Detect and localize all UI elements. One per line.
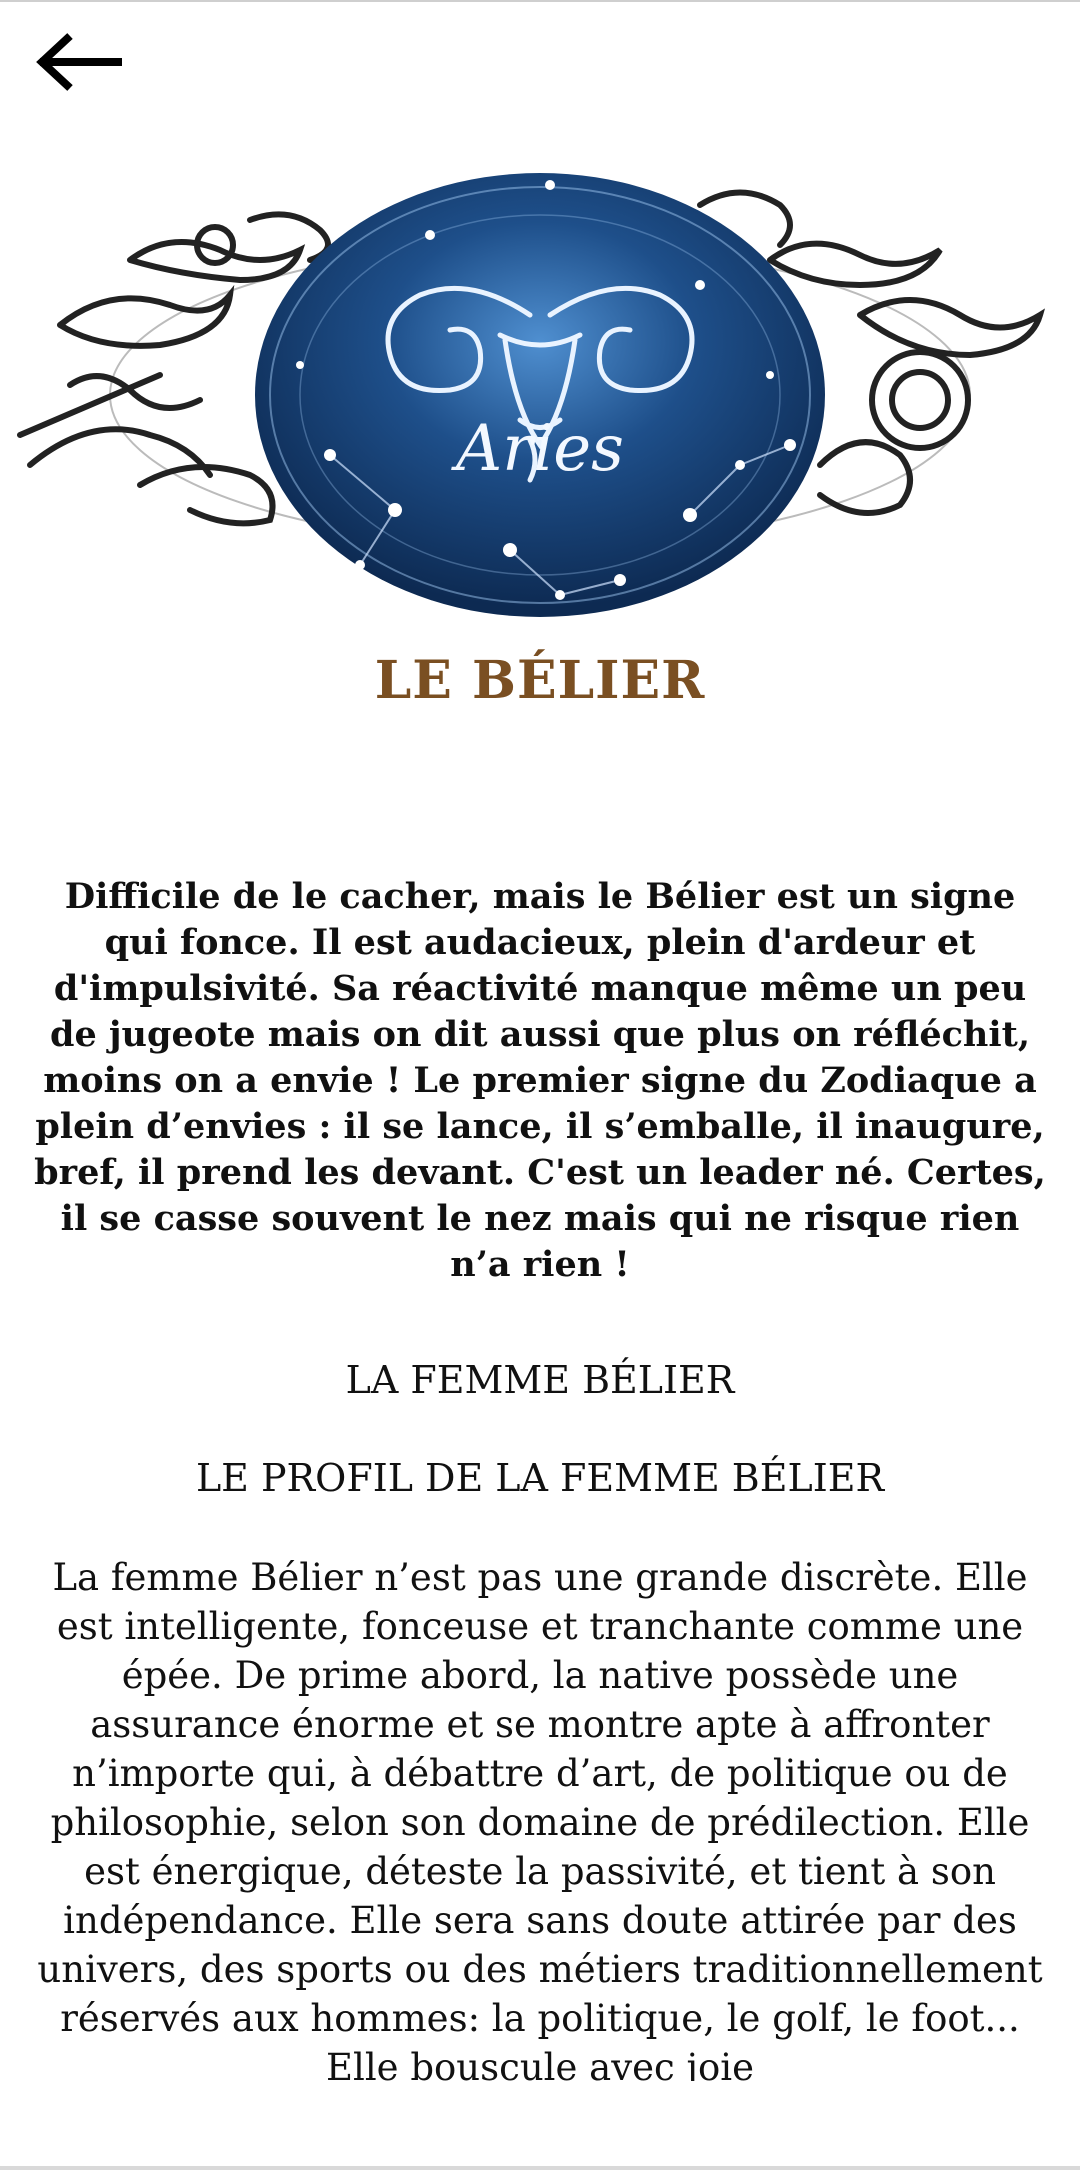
section-title: LA FEMME BÉLIER [345, 1358, 735, 1402]
sign-script-label: Aries [451, 412, 624, 486]
subsection-title: LE PROFIL DE LA FEMME BÉLIER [195, 1456, 885, 1500]
profile-paragraph: La femme Bélier n’est pas une grande dis… [37, 1556, 1043, 2081]
aries-disc [255, 173, 825, 617]
zodiac-banner-image: Aries [0, 165, 1080, 635]
arrow-left-icon [36, 33, 122, 91]
top-divider [0, 0, 1080, 2]
back-button[interactable] [30, 22, 150, 102]
intro-paragraph: Difficile de le cacher, mais le Bélier e… [34, 876, 1046, 1285]
page-title: LE BÉLIER [374, 650, 706, 711]
bottom-divider [0, 2166, 1080, 2170]
